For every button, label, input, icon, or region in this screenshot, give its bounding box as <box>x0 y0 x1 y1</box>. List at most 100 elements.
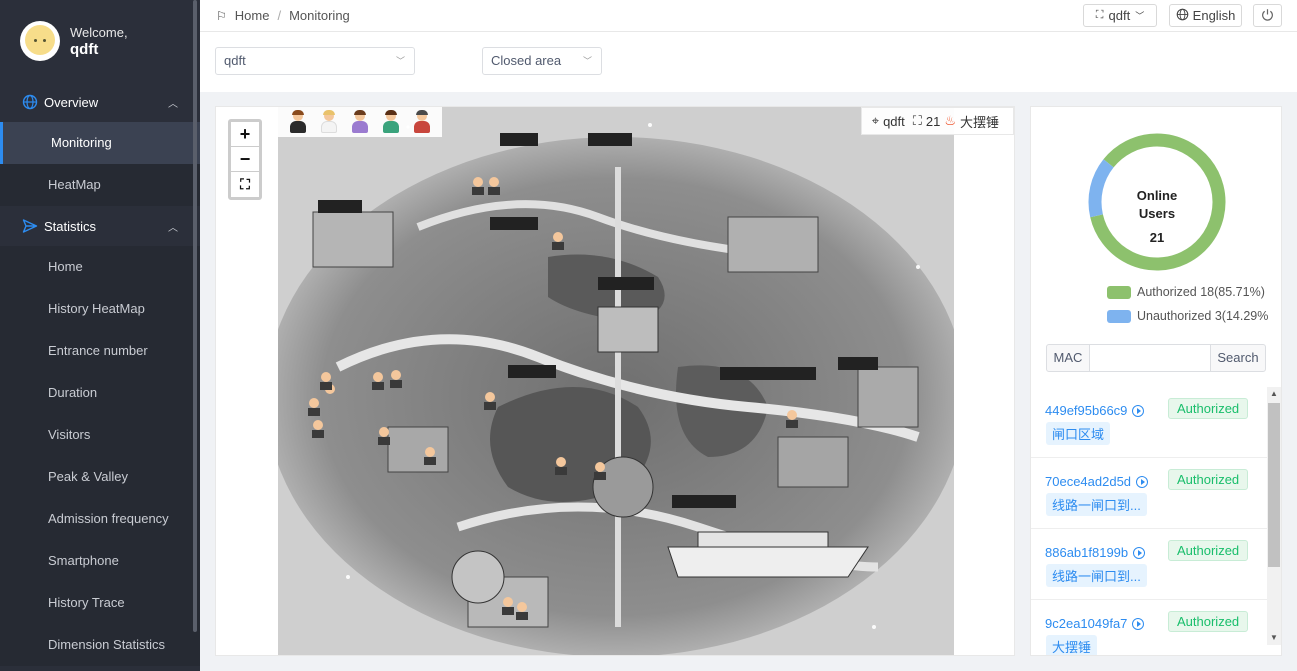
info-site: qdft <box>883 113 905 129</box>
chevron-down-icon: ﹀ <box>582 56 592 66</box>
legend-label: Authorized 18(85.71%) <box>1137 285 1265 299</box>
sidebar-item-entrance-number[interactable]: Entrance number <box>0 330 200 372</box>
chevron-up-icon: ︿ <box>168 99 178 110</box>
user-type-2-icon[interactable] <box>318 110 340 134</box>
legend-swatch <box>1107 309 1131 323</box>
zone-tag: 线路一闸口到... <box>1046 493 1147 516</box>
status-badge: Authorized <box>1168 398 1249 419</box>
fullscreen-icon[interactable]: ⛶ <box>231 172 259 197</box>
chevron-down-icon: ﹀ <box>1135 11 1145 21</box>
device-mac[interactable]: 449ef95b66c9 <box>1045 403 1127 418</box>
legend-swatch <box>1107 285 1131 299</box>
filter-bar: qdft ﹀ Closed area ﹀ <box>200 32 1297 92</box>
list-item[interactable]: 9c2ea1049fa7 Authorized 大摆锤 <box>1031 600 1267 655</box>
legend-label: Unauthorized 3(14.29% <box>1137 309 1269 323</box>
scroll-thumb[interactable] <box>1268 403 1280 567</box>
menu-group-statistics[interactable]: Statistics ︿ <box>0 206 200 246</box>
sidebar-item-home[interactable]: Home <box>0 246 200 288</box>
flag-icon: ⚐ <box>216 8 227 23</box>
globe-icon <box>1176 8 1189 24</box>
donut-center-label: Online Users 21 <box>1087 187 1227 247</box>
mac-search-input[interactable] <box>1090 344 1210 372</box>
breadcrumb-separator: / <box>277 8 282 23</box>
zoom-control: + − ⛶ <box>228 119 262 200</box>
play-icon[interactable] <box>1132 617 1145 630</box>
avatar[interactable] <box>20 21 60 61</box>
map-info-box: ⌖ qdft ⛶ 21 ♨ 大摆锤 <box>860 107 1014 135</box>
status-badge: Authorized <box>1168 611 1249 632</box>
user-type-legend <box>278 107 442 137</box>
menu-group-label: Overview <box>44 94 99 110</box>
device-list-scrollbar[interactable]: ▲ ▼ <box>1267 387 1281 645</box>
sidebar: Welcome, qdft Overview ︿ Monitoring Heat… <box>0 0 200 671</box>
language-label: English <box>1192 8 1236 23</box>
logout-button[interactable] <box>1253 4 1282 27</box>
user-type-5-icon[interactable] <box>411 110 433 134</box>
user-profile: Welcome, qdft <box>0 0 200 82</box>
search-button[interactable]: Search <box>1210 344 1266 372</box>
cluster-icon: ⛶ <box>1095 9 1104 21</box>
zone-tag: 线路一闸口到... <box>1046 564 1147 587</box>
sidebar-item-heatmap[interactable]: HeatMap <box>0 164 200 206</box>
menu-group-label: Statistics <box>44 218 97 234</box>
status-badge: Authorized <box>1168 540 1249 561</box>
menu-group-overview[interactable]: Overview ︿ <box>0 82 200 122</box>
device-mac[interactable]: 70ece4ad2d5d <box>1045 474 1131 489</box>
user-type-4-icon[interactable] <box>380 110 402 134</box>
zoom-in-button[interactable]: + <box>231 122 259 147</box>
legend-authorized[interactable]: Authorized 18(85.71%) <box>1107 285 1265 299</box>
sidebar-item-dimension-statistics[interactable]: Dimension Statistics <box>0 624 200 666</box>
donut-title-line2: Users <box>1138 206 1176 221</box>
sidebar-item-admission-frequency[interactable]: Admission frequency <box>0 498 200 540</box>
sidebar-item-duration[interactable]: Duration <box>0 372 200 414</box>
play-icon[interactable] <box>1132 404 1145 417</box>
donut-title-line1: Online <box>1136 188 1178 203</box>
zoom-out-button[interactable]: − <box>231 147 259 172</box>
donut-total: 21 <box>1149 230 1165 245</box>
park-map[interactable] <box>278 107 954 656</box>
sidebar-item-smartphone[interactable]: Smartphone <box>0 540 200 582</box>
site-select[interactable]: qdft ﹀ <box>215 47 415 75</box>
sidebar-item-history-trace[interactable]: History Trace <box>0 582 200 624</box>
area-select-value: Closed area <box>491 53 562 68</box>
top-bar: ⚐ Home / Monitoring ⛶ qdft ﹀ English <box>200 0 1297 32</box>
scroll-up-icon[interactable]: ▲ <box>1267 387 1281 401</box>
welcome-text: Welcome, <box>70 25 128 40</box>
sidebar-item-monitoring[interactable]: Monitoring <box>0 122 200 164</box>
globe-icon <box>22 94 38 110</box>
info-count: 21 <box>925 113 941 129</box>
user-type-3-icon[interactable] <box>349 110 371 134</box>
status-badge: Authorized <box>1168 469 1249 490</box>
cluster-icon: ⛶ <box>912 113 922 128</box>
list-item[interactable]: 886ab1f8199b Authorized 线路一闸口到... <box>1031 529 1267 600</box>
chevron-down-icon: ﹀ <box>395 56 405 66</box>
device-mac[interactable]: 9c2ea1049fa7 <box>1045 616 1127 631</box>
info-area: 大摆锤 <box>959 114 999 130</box>
area-select[interactable]: Closed area ﹀ <box>482 47 602 75</box>
breadcrumb: ⚐ Home / Monitoring <box>216 8 350 23</box>
site-selector-button[interactable]: ⛶ qdft ﹀ <box>1083 4 1157 27</box>
scroll-down-icon[interactable]: ▼ <box>1267 631 1281 645</box>
site-selector-label: qdft <box>1108 8 1131 23</box>
fire-icon: ♨ <box>944 113 956 128</box>
online-users-panel: Online Users 21 Authorized 18(85.71%) Un… <box>1030 106 1282 656</box>
site-select-value: qdft <box>224 53 246 68</box>
chevron-up-icon: ︿ <box>168 223 178 234</box>
sidebar-item-peak-valley[interactable]: Peak & Valley <box>0 456 200 498</box>
language-button[interactable]: English <box>1169 4 1242 27</box>
username: qdft <box>70 41 99 58</box>
list-item[interactable]: 449ef95b66c9 Authorized 闸口区域 <box>1031 387 1267 458</box>
sidebar-item-visitors[interactable]: Visitors <box>0 414 200 456</box>
breadcrumb-home[interactable]: Home <box>235 8 270 23</box>
play-icon[interactable] <box>1133 546 1146 559</box>
mac-search: MAC Search <box>1046 344 1266 372</box>
list-item[interactable]: 70ece4ad2d5d Authorized 线路一闸口到... <box>1031 458 1267 529</box>
device-mac[interactable]: 886ab1f8199b <box>1045 545 1128 560</box>
play-icon[interactable] <box>1136 475 1149 488</box>
power-icon <box>1261 8 1274 24</box>
user-type-1-icon[interactable] <box>287 110 309 134</box>
map-panel: + − ⛶ ⌖ qdft ⛶ 21 ♨ 大摆锤 <box>215 106 1015 656</box>
sidebar-item-history-heatmap[interactable]: History HeatMap <box>0 288 200 330</box>
legend-unauthorized[interactable]: Unauthorized 3(14.29% <box>1107 309 1268 323</box>
zone-tag: 闸口区域 <box>1046 422 1111 445</box>
